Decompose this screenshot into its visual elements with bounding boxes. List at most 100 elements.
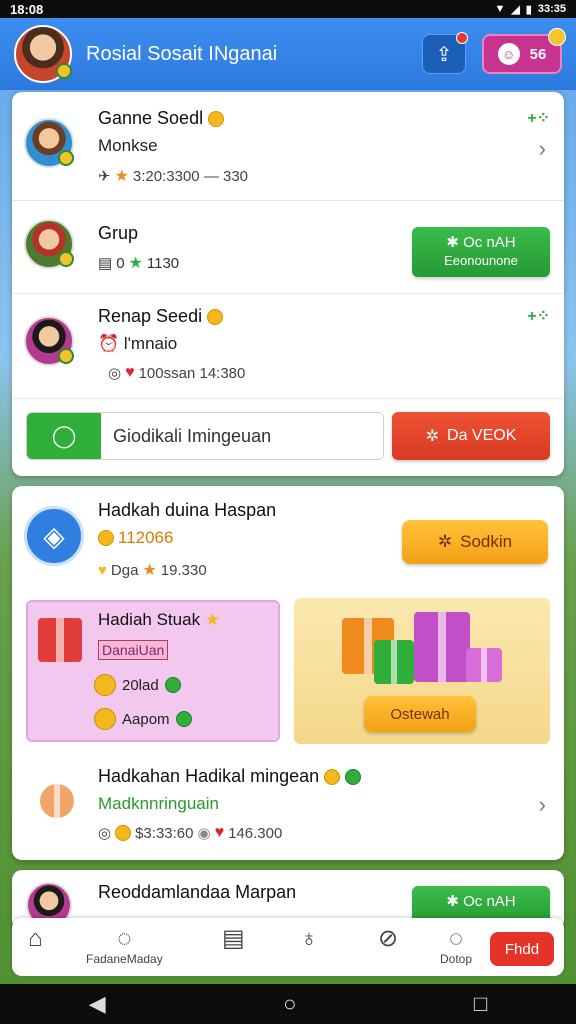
gift-box-icon xyxy=(414,612,470,682)
wifi-icon: ▼ xyxy=(494,3,506,15)
gift-box-icon xyxy=(374,640,414,684)
add-friend-icon[interactable]: +⁘ xyxy=(527,306,550,326)
invite-button-sub: Eeonounone xyxy=(444,252,518,268)
reward-row-button-label: ✱ Oc nAH xyxy=(412,892,550,912)
search-bar[interactable]: ◯ xyxy=(26,412,384,460)
claim-button[interactable]: ✲ Sodkin xyxy=(402,520,548,564)
daily-gift-title: Hadiah Stuak xyxy=(98,610,201,629)
coin-balance-button[interactable]: ☺ 56 xyxy=(482,28,566,74)
daily-line2: Aapom xyxy=(94,708,192,730)
signal-icon: ◢ xyxy=(511,3,520,16)
profile-avatar[interactable] xyxy=(14,25,72,83)
home-icon: ⌂ xyxy=(28,925,43,952)
gold-coin-icon xyxy=(98,530,114,546)
friend-row[interactable]: Grup ▤ 0 ★ 1130 ✱ Oc nAH Eeonounone xyxy=(12,201,564,293)
star-icon: ★ xyxy=(114,168,129,185)
reward-item-sub: Madknnringuain xyxy=(98,794,219,813)
chevron-right-icon[interactable]: › xyxy=(539,136,546,162)
friend-meta-text: 100ssan 14:380 xyxy=(138,364,246,382)
gear-icon: ✲ xyxy=(425,428,440,445)
daily-tag: DanaiUan xyxy=(98,640,169,660)
level-badge-icon xyxy=(56,63,72,79)
coin-face-icon xyxy=(94,708,116,730)
rewards-coins: 112066 xyxy=(118,528,174,547)
badge-icon xyxy=(58,251,74,267)
share-button[interactable]: ⇪ xyxy=(422,32,468,74)
compass-icon: ⊘ xyxy=(378,925,399,952)
gold-coin-icon xyxy=(208,111,225,128)
rewards-coins-row: 112066 xyxy=(98,528,173,548)
search-action-button[interactable]: ✲ Da VEOK xyxy=(392,412,550,460)
friend-name-row: Renap Seedi xyxy=(98,306,224,327)
gold-coin-icon xyxy=(115,825,132,841)
rewards-title: Hadkah duina Haspan xyxy=(98,500,277,520)
search-action-label: Da VEOK xyxy=(447,427,517,444)
daily-gift-card[interactable]: Hadiah Stuak ★ DanaiUan 20lad Aapom xyxy=(26,600,280,742)
note-icon: ▤ xyxy=(98,255,113,272)
home-circle-icon[interactable]: ○ xyxy=(283,991,296,1017)
nav-action-button[interactable]: Fhdd xyxy=(490,932,554,966)
friend-avatar xyxy=(24,316,74,366)
coin-face-icon xyxy=(94,674,116,696)
claim-label: Sodkin xyxy=(460,532,513,551)
friend-sub: Monkse xyxy=(98,136,158,155)
recents-icon[interactable]: □ xyxy=(474,991,487,1017)
nav-home[interactable]: ⌂ xyxy=(28,926,43,952)
clock-icon: ⏰ xyxy=(98,334,120,353)
friend-meta: ✈ ★ 3:20:3300 — 330 xyxy=(98,166,248,186)
daily-gift-title-row: Hadiah Stuak ★ xyxy=(98,610,220,630)
invite-label: Oc nAH xyxy=(463,234,516,251)
green-coin-icon xyxy=(175,711,192,727)
nav-settings[interactable]: ◌ Dotop xyxy=(440,926,472,967)
nav-label: FadaneMaday xyxy=(86,952,163,966)
friend-sub-row: ⏰ l'mnaio xyxy=(98,334,177,354)
open-chest-button[interactable]: Ostewah xyxy=(364,696,476,732)
rewards-meta: ♥ Dga ★ 19.330 xyxy=(98,560,207,580)
notification-dot xyxy=(456,32,468,44)
nav-compass[interactable]: ⊘ xyxy=(378,926,398,952)
share-icon: ⇪ xyxy=(435,43,453,66)
green-coin-icon xyxy=(345,769,362,786)
chat-icon[interactable]: ◯ xyxy=(27,413,101,459)
friend-name: Grup xyxy=(98,223,139,243)
invite-button-title: ✱ Oc nAH xyxy=(412,233,550,253)
nav-gift[interactable]: ♁ xyxy=(300,926,318,952)
reward-row-title: Reoddamlandaa Marpan xyxy=(98,882,297,902)
green-coin-icon xyxy=(164,677,181,693)
gear-icon: ✲ xyxy=(437,532,453,551)
status-time: 18:08 xyxy=(10,1,44,17)
friend-name: Ganne Soedl xyxy=(98,108,204,128)
chevron-right-icon[interactable]: › xyxy=(539,792,546,818)
friend-meta-b: 1130 xyxy=(146,254,180,272)
friend-meta-a: 0 xyxy=(116,254,125,272)
friend-row[interactable]: Ganne Soedl Monkse ✈ ★ 3:20:3300 — 330 +… xyxy=(12,92,564,200)
coin-tip-icon xyxy=(548,28,566,46)
invite-button[interactable]: ✱ Oc nAH Eeonounone xyxy=(412,227,550,277)
friend-row[interactable]: Renap Seedi ⏰ l'mnaio ◎ ♥ 100ssan 14:380… xyxy=(12,294,564,398)
heart-icon: ♥ xyxy=(125,364,135,381)
rewards-meta-value: 19.330 xyxy=(160,561,207,579)
status-icons: ▼ ◢ ▮ 33:35 xyxy=(494,3,566,16)
friend-name-row: Ganne Soedl xyxy=(98,108,225,129)
daily-line1: 20lad xyxy=(94,674,181,696)
nav-profile[interactable]: ◌ FadaneMaday xyxy=(86,925,163,967)
back-icon[interactable]: ◀ xyxy=(89,991,106,1017)
friend-avatar xyxy=(24,219,74,269)
profile-icon: ◌ xyxy=(117,925,132,952)
badge-icon xyxy=(58,348,74,364)
nav-list[interactable]: ▤ xyxy=(222,926,245,952)
friends-card: Ganne Soedl Monkse ✈ ★ 3:20:3300 — 330 +… xyxy=(12,92,564,476)
reward-item-meta1: $3:33:60 xyxy=(135,824,194,842)
reward-item-title-row: Hadkahan Hadikal mingean xyxy=(98,766,362,787)
friend-meta: ◎ ♥ 100ssan 14:380 xyxy=(108,364,245,382)
gift-chest-card[interactable]: Ostewah xyxy=(294,598,550,744)
add-friend-icon[interactable]: +⁘ xyxy=(527,108,550,128)
star-icon: ✱ xyxy=(446,893,464,910)
badge-icon xyxy=(58,150,74,166)
star-icon: ★ xyxy=(204,610,221,629)
daily-line2-text: Aapom xyxy=(122,710,170,728)
gift-box-icon xyxy=(466,648,502,682)
reward-item-title: Hadkahan Hadikal mingean xyxy=(98,766,320,786)
status-bar: 18:08 ▼ ◢ ▮ 33:35 xyxy=(0,0,576,18)
search-input[interactable] xyxy=(101,413,383,459)
